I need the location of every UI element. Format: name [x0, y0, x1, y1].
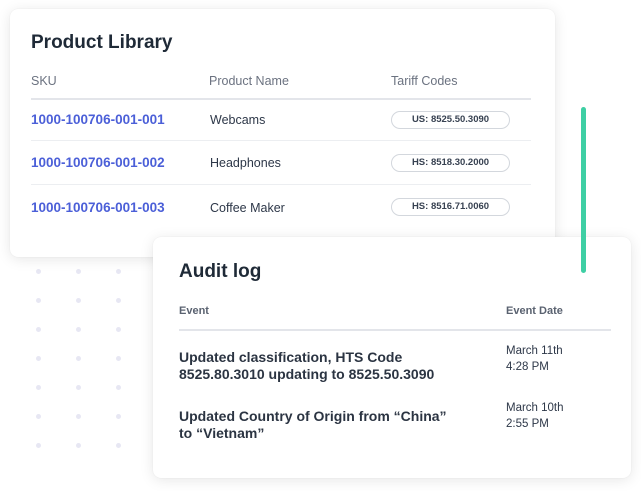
decorative-dot [116, 269, 121, 274]
decorative-dot [76, 327, 81, 332]
tariff-code-badge[interactable]: HS: 8518.30.2000 [391, 154, 510, 172]
decorative-dot [36, 385, 41, 390]
header-divider [31, 98, 531, 100]
audit-event-line: Updated Country of Origin from “China” [179, 408, 447, 424]
decorative-dot [76, 443, 81, 448]
decorative-dot [116, 298, 121, 303]
decorative-dot [76, 414, 81, 419]
tariff-code-badge[interactable]: HS: 8516.71.0060 [391, 198, 510, 216]
tariff-code-badge[interactable]: US: 8525.50.3090 [391, 111, 510, 129]
decorative-dot [36, 443, 41, 448]
decorative-dot [76, 385, 81, 390]
decorative-dot [36, 298, 41, 303]
audit-event-line: Updated classification, HTS Code [179, 349, 403, 365]
product-name: Headphones [210, 156, 281, 170]
audit-date-line: March 11th [506, 345, 563, 357]
audit-log-card: Audit log Event Event Date Updated class… [153, 237, 631, 478]
column-header-tariff-codes: Tariff Codes [391, 74, 458, 88]
decorative-dot [36, 414, 41, 419]
column-header-event-date: Event Date [506, 305, 563, 317]
audit-time-line: 2:55 PM [506, 418, 549, 430]
decorative-dot [116, 327, 121, 332]
audit-event-text: Updated classification, HTS Code 8525.80… [179, 349, 479, 383]
audit-date-line: March 10th [506, 402, 564, 414]
decorative-dot [116, 414, 121, 419]
decorative-dot [116, 356, 121, 361]
row-divider [31, 184, 531, 185]
scrollbar-thumb[interactable] [581, 107, 586, 273]
column-header-event: Event [179, 305, 209, 317]
sku-link[interactable]: 1000-100706-001-002 [31, 155, 165, 170]
audit-event-line: 8525.80.3010 updating to 8525.50.3090 [179, 366, 435, 382]
dot-pattern [28, 262, 148, 462]
product-name: Coffee Maker [210, 201, 285, 215]
sku-link[interactable]: 1000-100706-001-001 [31, 112, 165, 127]
decorative-dot [116, 443, 121, 448]
column-header-product-name: Product Name [209, 74, 289, 88]
audit-event-date: March 11th 4:28 PM [506, 343, 596, 375]
product-name: Webcams [210, 113, 266, 127]
decorative-dot [76, 298, 81, 303]
row-divider [31, 140, 531, 141]
decorative-dot [116, 385, 121, 390]
header-divider [179, 329, 611, 331]
decorative-dot [76, 356, 81, 361]
decorative-dot [36, 327, 41, 332]
product-library-title: Product Library [31, 32, 173, 53]
decorative-dot [36, 356, 41, 361]
audit-event-line: to “Vietnam” [179, 425, 265, 441]
sku-link[interactable]: 1000-100706-001-003 [31, 200, 165, 215]
audit-log-title: Audit log [179, 261, 262, 282]
product-library-card: Product Library SKU Product Name Tariff … [10, 9, 555, 257]
column-header-sku: SKU [31, 74, 57, 88]
audit-event-date: March 10th 2:55 PM [506, 400, 596, 432]
audit-time-line: 4:28 PM [506, 361, 549, 373]
decorative-dot [36, 269, 41, 274]
decorative-dot [76, 269, 81, 274]
audit-event-text: Updated Country of Origin from “China” t… [179, 408, 479, 442]
